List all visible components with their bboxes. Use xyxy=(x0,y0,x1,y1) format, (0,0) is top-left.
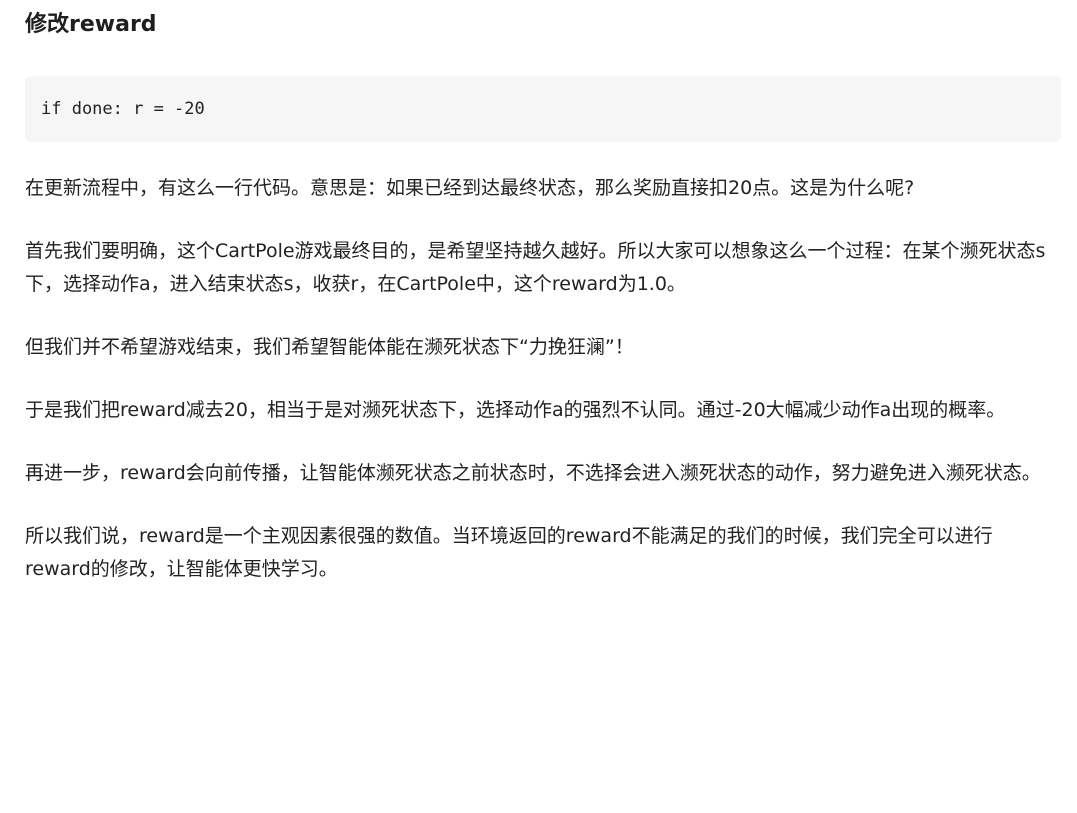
paragraph-reward-question: 在更新流程中，有这么一行代码。意思是：如果已经到达最终状态，那么奖励直接扣20点… xyxy=(25,177,915,199)
code-block: if done: r = -20 xyxy=(25,76,1061,142)
paragraph-turn-the-tide: 但我们并不希望游戏结束，我们希望智能体能在濒死状态下“力挽狂澜”！ xyxy=(25,336,634,358)
paragraph-minus-20: 于是我们把reward减去20，相当于是对濒死状态下，选择动作a的强烈不认同。通… xyxy=(25,399,1006,421)
code-line: if done: r = -20 xyxy=(41,99,205,119)
article: 修改reward if done: r = -20 在更新流程中，有这么一行代码… xyxy=(0,0,1077,586)
paragraph-propagation: 再进一步，reward会向前传播，让智能体濒死状态之前状态时，不选择会进入濒死状… xyxy=(25,462,1041,484)
paragraph-cartpole-goal: 首先我们要明确，这个CartPole游戏最终目的，是希望坚持越久越好。所以大家可… xyxy=(25,240,1046,295)
paragraph-conclusion: 所以我们说，reward是一个主观因素很强的数值。当环境返回的reward不能满… xyxy=(25,525,993,580)
section-heading: 修改reward xyxy=(25,12,157,37)
